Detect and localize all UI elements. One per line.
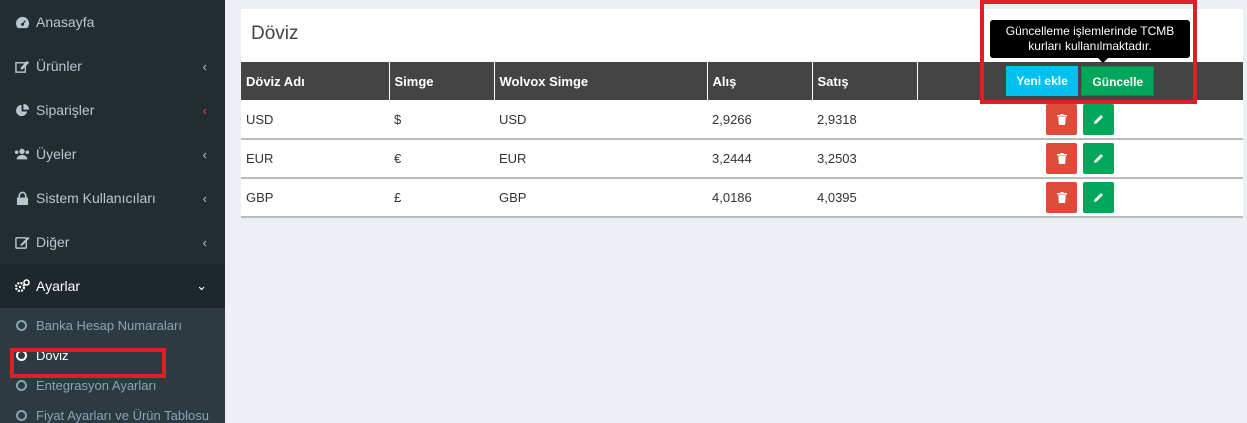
- highlight-box: [980, 0, 1197, 104]
- edit-button[interactable]: [1082, 182, 1114, 213]
- column-header: Satış: [812, 62, 918, 100]
- table-cell: £: [389, 178, 494, 218]
- pencil-icon: [1093, 193, 1103, 202]
- sidebar-item-anasayfa[interactable]: Anasayfa: [0, 0, 225, 44]
- table-cell: $: [389, 100, 494, 140]
- trash-icon: [1056, 113, 1067, 125]
- submenu-item-banka-hesap[interactable]: Banka Hesap Numaraları: [0, 310, 225, 340]
- row-actions: [917, 139, 1243, 179]
- sidebar-item-urunler[interactable]: Ürünler ‹: [0, 44, 225, 88]
- sidebar-item-label: Sistem Kullanıcıları: [36, 190, 156, 206]
- table-cell: EUR: [494, 139, 707, 179]
- column-header: Alış: [707, 62, 813, 100]
- sidebar-item-sistem-kullanicilari[interactable]: Sistem Kullanıcıları ‹: [0, 176, 225, 220]
- edit-icon: [14, 58, 30, 74]
- submenu-item-label: Entegrasyon Ayarları: [36, 377, 157, 393]
- submenu-item-label: Fiyat Ayarları ve Ürün Tablosu: [36, 407, 209, 423]
- table-cell: USD: [494, 100, 707, 140]
- table-cell: 4,0395: [812, 178, 917, 218]
- sidebar-item-uyeler[interactable]: Üyeler ‹: [0, 132, 225, 176]
- sidebar-item-label: Diğer: [36, 234, 70, 250]
- row-actions: [917, 178, 1243, 218]
- table-cell: EUR: [241, 139, 389, 179]
- chevron-left-icon: ‹: [202, 146, 207, 162]
- table-row: USD $ USD 2,9266 2,9318: [241, 100, 1243, 140]
- table-cell: USD: [241, 100, 389, 140]
- circle-icon: [16, 319, 27, 331]
- chevron-left-icon: ‹: [202, 190, 207, 206]
- pencil-square-icon: [14, 234, 30, 250]
- row-actions: [917, 100, 1243, 140]
- sidebar: Anasayfa Ürünler ‹ Siparişler ‹ Üyeler ‹…: [0, 0, 225, 423]
- table-cell: 2,9266: [707, 100, 812, 140]
- gears-icon: [14, 278, 30, 294]
- users-icon: [14, 146, 30, 162]
- table-row: GBP £ GBP 4,0186 4,0395: [241, 178, 1243, 218]
- highlight-box: [10, 348, 166, 378]
- circle-icon: [16, 379, 27, 391]
- delete-button[interactable]: [1046, 103, 1078, 135]
- table-cell: 2,9318: [812, 100, 917, 140]
- circle-icon: [16, 409, 27, 421]
- sidebar-item-label: Anasayfa: [36, 14, 95, 30]
- column-header: Simge: [389, 62, 495, 100]
- sidebar-item-label: Ayarlar: [36, 278, 81, 294]
- sidebar-item-label: Üyeler: [36, 146, 77, 162]
- edit-button[interactable]: [1082, 143, 1114, 174]
- column-header: Döviz Adı: [241, 62, 390, 100]
- table-cell: €: [389, 139, 494, 179]
- trash-icon: [1056, 153, 1067, 164]
- trash-icon: [1056, 192, 1067, 203]
- pie-chart-icon: [14, 102, 30, 118]
- column-header: Wolvox Simge: [494, 62, 708, 100]
- table-cell: GBP: [494, 178, 707, 218]
- sidebar-item-ayarlar[interactable]: Ayarlar ⌄: [0, 264, 225, 308]
- chevron-left-icon: ‹: [202, 102, 207, 118]
- chevron-down-icon: ⌄: [196, 278, 207, 293]
- table-cell: GBP: [241, 178, 389, 218]
- sidebar-item-diger[interactable]: Diğer ‹: [0, 220, 225, 264]
- edit-button[interactable]: [1082, 103, 1114, 135]
- delete-button[interactable]: [1046, 182, 1078, 213]
- sidebar-item-label: Siparişler: [36, 102, 95, 118]
- submenu-item-label: Banka Hesap Numaraları: [36, 317, 182, 333]
- chevron-left-icon: ‹: [202, 58, 207, 74]
- chevron-left-icon: ‹: [202, 234, 207, 250]
- sidebar-item-label: Ürünler: [36, 58, 82, 74]
- table-cell: 4,0186: [707, 178, 812, 218]
- table-cell: 3,2503: [812, 139, 917, 179]
- table-row: EUR € EUR 3,2444 3,2503: [241, 139, 1243, 179]
- sidebar-item-siparisler[interactable]: Siparişler ‹: [0, 88, 225, 132]
- table-cell: 3,2444: [707, 139, 812, 179]
- delete-button[interactable]: [1046, 143, 1078, 174]
- lock-icon: [14, 190, 30, 206]
- dashboard-icon: [14, 14, 30, 30]
- submenu-item-fiyat-ayarlari[interactable]: Fiyat Ayarları ve Ürün Tablosu: [0, 400, 225, 423]
- pencil-icon: [1093, 114, 1103, 124]
- pencil-icon: [1093, 154, 1103, 163]
